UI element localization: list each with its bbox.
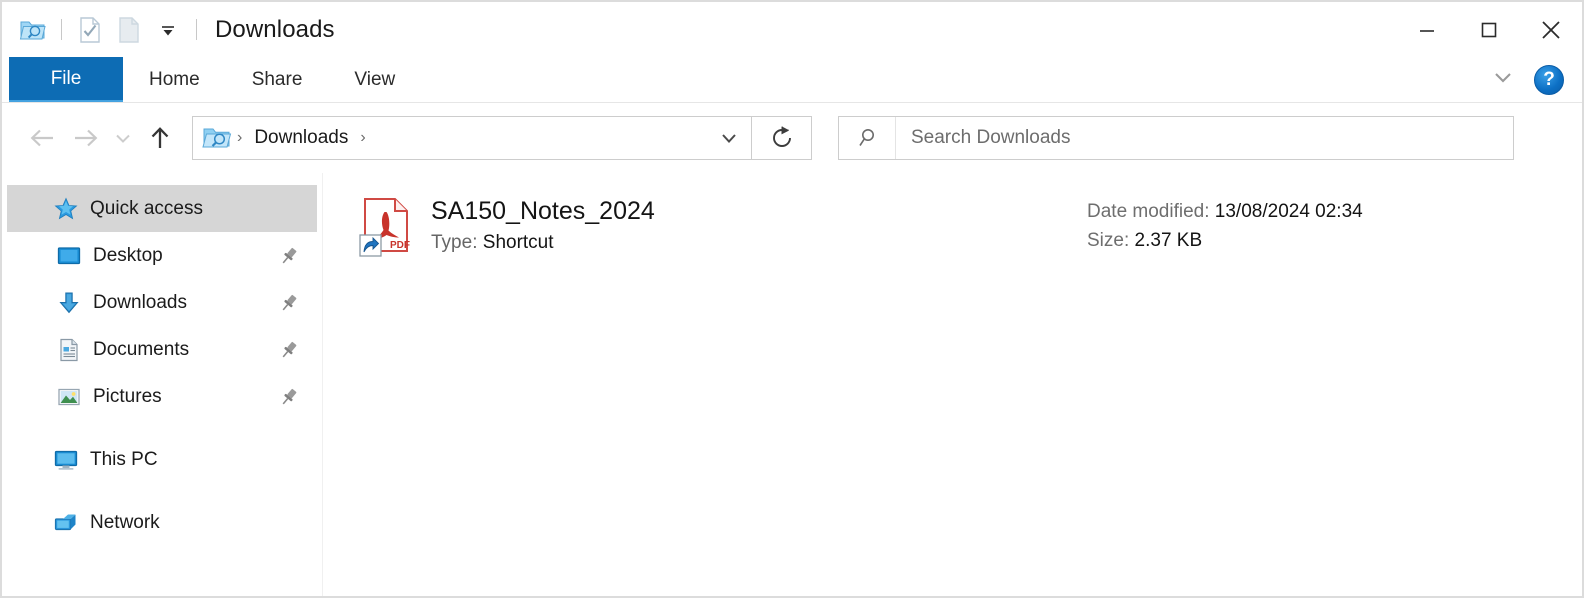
address-history-chevron-icon[interactable]: [707, 117, 751, 159]
downloads-arrow-icon: [55, 289, 83, 317]
breadcrumb[interactable]: › Downloads ›: [193, 125, 707, 151]
breadcrumb-item-downloads[interactable]: Downloads: [247, 127, 355, 149]
sidebar-item-this-pc[interactable]: This PC: [7, 436, 317, 483]
search-input[interactable]: Search Downloads: [896, 127, 1070, 149]
pictures-icon: [55, 383, 83, 411]
quick-access-toolbar: [18, 15, 201, 45]
file-type-label: Type:: [431, 231, 478, 253]
sidebar-item-documents[interactable]: Documents: [7, 326, 317, 373]
maximize-button[interactable]: [1458, 7, 1520, 53]
sidebar-item-label: Network: [90, 511, 160, 533]
pin-icon[interactable]: [279, 387, 299, 407]
sidebar-item-pictures[interactable]: Pictures: [7, 373, 317, 420]
ribbon-tab-bar: File Home Share View ?: [2, 57, 1582, 103]
breadcrumb-folder-icon[interactable]: [202, 125, 232, 151]
file-primary-info: SA150_Notes_2024 Type: Shortcut: [431, 195, 655, 254]
sidebar-item-label: Quick access: [90, 197, 203, 219]
file-date-modified-label: Date modified:: [1087, 201, 1210, 222]
sidebar-item-downloads[interactable]: Downloads: [7, 279, 317, 326]
navigation-bar: › Downloads › Search Downloads: [2, 103, 1582, 173]
qat-divider-2: [196, 19, 197, 40]
svg-text:PDF: PDF: [390, 240, 410, 251]
refresh-button[interactable]: [752, 116, 812, 160]
file-secondary-info: Date modified: 13/08/2024 02:34 Size: 2.…: [1087, 197, 1363, 256]
quick-access-star-icon: [52, 195, 80, 223]
file-date-modified-line: Date modified: 13/08/2024 02:34: [1087, 197, 1363, 226]
minimize-button[interactable]: [1396, 7, 1458, 53]
file-size-line: Size: 2.37 KB: [1087, 226, 1363, 255]
qat-divider-1: [61, 19, 62, 40]
ribbon-right-controls: ?: [1490, 57, 1564, 102]
sidebar-item-network[interactable]: Network: [7, 499, 317, 546]
downloads-folder-icon[interactable]: [18, 15, 48, 45]
expand-ribbon-chevron-icon[interactable]: [1490, 67, 1516, 92]
file-list-item[interactable]: PDF SA150_Notes_2024 Type: Shortcut Date…: [323, 185, 1582, 261]
breadcrumb-separator-1[interactable]: ›: [234, 130, 245, 146]
sidebar-item-desktop[interactable]: Desktop: [7, 232, 317, 279]
file-date-modified-value: 13/08/2024 02:34: [1214, 201, 1363, 222]
sidebar-item-label: Downloads: [93, 291, 187, 313]
explorer-body: Quick access Desktop Downloads Documents…: [2, 173, 1582, 596]
file-list-pane[interactable]: PDF SA150_Notes_2024 Type: Shortcut Date…: [322, 173, 1582, 596]
pin-icon[interactable]: [279, 293, 299, 313]
back-button[interactable]: [20, 116, 64, 160]
file-type-line: Type: Shortcut: [431, 232, 655, 254]
sidebar-item-quick-access[interactable]: Quick access: [7, 185, 317, 232]
search-icon[interactable]: [839, 117, 896, 159]
forward-button[interactable]: [64, 116, 108, 160]
file-type-value: Shortcut: [482, 231, 554, 253]
file-explorer-window: Downloads File Home Share View ? › Downl…: [0, 0, 1584, 598]
sidebar-item-label: Pictures: [93, 385, 162, 407]
tab-file[interactable]: File: [9, 57, 123, 102]
pin-icon[interactable]: [279, 340, 299, 360]
customize-qat-chevron-icon[interactable]: [153, 15, 183, 45]
up-button[interactable]: [138, 116, 182, 160]
sidebar-item-label: Desktop: [93, 244, 163, 266]
title-bar: Downloads: [2, 2, 1582, 57]
window-controls: [1396, 2, 1582, 57]
tab-share[interactable]: Share: [226, 57, 329, 102]
sidebar-item-label: Documents: [93, 338, 190, 360]
tab-home[interactable]: Home: [123, 57, 226, 102]
pdf-shortcut-icon: PDF: [359, 197, 415, 259]
pin-icon[interactable]: [279, 246, 299, 266]
file-size-value: 2.37 KB: [1134, 230, 1203, 252]
desktop-icon: [55, 242, 83, 270]
sidebar-item-label: This PC: [90, 448, 158, 470]
window-title: Downloads: [215, 15, 335, 43]
breadcrumb-separator-2[interactable]: ›: [357, 130, 368, 146]
search-box[interactable]: Search Downloads: [838, 116, 1514, 160]
address-bar[interactable]: › Downloads ›: [192, 116, 752, 160]
this-pc-icon: [52, 446, 80, 474]
properties-icon[interactable]: [75, 15, 105, 45]
network-icon: [52, 509, 80, 537]
file-size-label: Size:: [1087, 230, 1130, 252]
documents-icon: [55, 336, 83, 364]
tab-view[interactable]: View: [328, 57, 421, 102]
close-button[interactable]: [1520, 7, 1582, 53]
navigation-pane: Quick access Desktop Downloads Documents…: [2, 173, 322, 596]
help-button[interactable]: ?: [1534, 64, 1564, 95]
file-name[interactable]: SA150_Notes_2024: [431, 197, 655, 227]
recent-locations-chevron-icon[interactable]: [108, 116, 138, 160]
new-folder-icon[interactable]: [114, 15, 144, 45]
